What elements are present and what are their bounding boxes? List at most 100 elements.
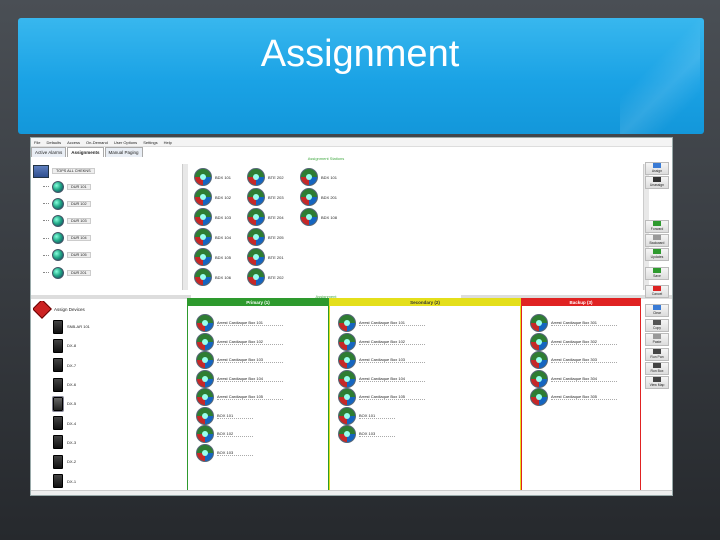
tree-item[interactable]: DUR 104 bbox=[33, 230, 181, 247]
entry-label: Arrest Cardiaque Box 105 bbox=[359, 394, 426, 400]
toolbar-backward-button[interactable]: Backward bbox=[645, 234, 669, 247]
toolbar-cancel-button[interactable]: Cancel bbox=[645, 285, 669, 298]
assignment-entry[interactable]: Arrest Cardiaque Box 303 bbox=[530, 351, 618, 369]
toolbar-button-label: Forward bbox=[650, 227, 664, 231]
tree-item[interactable]: DUR 201 bbox=[33, 264, 181, 281]
toolbar-assign-button[interactable]: Assign bbox=[645, 162, 669, 175]
unit-tile[interactable]: BTE 202 bbox=[247, 268, 284, 286]
menu-item[interactable]: On-Demand bbox=[86, 140, 108, 145]
assignment-entry[interactable]: Arrest Cardiaque Box 104 bbox=[196, 369, 284, 388]
assignment-entry[interactable]: Arrest Cardiaque Box 105 bbox=[338, 388, 426, 406]
device-label: DX-4 bbox=[67, 420, 77, 426]
tree-item[interactable]: DUR 101 bbox=[33, 178, 181, 195]
assignment-entry[interactable]: Arrest Cardiaque Box 103 bbox=[338, 351, 426, 369]
unit-tile[interactable]: BTE 205 bbox=[247, 228, 284, 246]
toolbar-copy-button[interactable]: Copy bbox=[645, 319, 669, 332]
assignment-entry[interactable]: Arrest Cardiaque Box 101 bbox=[196, 314, 284, 332]
menu-item[interactable]: Access bbox=[67, 140, 80, 145]
assignment-entry[interactable]: BOX 101 bbox=[196, 406, 254, 425]
assignment-entry[interactable]: BOX 101 bbox=[338, 406, 396, 425]
toolbar-button-label: View Map bbox=[649, 383, 665, 387]
unit-tile[interactable]: BDX 201 bbox=[300, 188, 337, 206]
unit-label: BDX 103 bbox=[215, 214, 232, 220]
toolbar-run-box-button[interactable]: Run Box bbox=[645, 362, 669, 375]
toolbar-button-label: Run Pan bbox=[650, 355, 664, 359]
assignment-entry[interactable]: Arrest Cardiaque Box 105 bbox=[196, 388, 284, 406]
device-row[interactable]: DX-3 bbox=[33, 433, 183, 452]
toolbar-button-label: Unassign bbox=[649, 183, 665, 187]
assignment-entry[interactable]: Arrest Cardiaque Box 102 bbox=[196, 332, 284, 351]
tree-scrollbar[interactable] bbox=[182, 164, 188, 290]
column-header[interactable]: Backup (3) bbox=[522, 299, 640, 306]
pager-icon bbox=[53, 474, 63, 489]
tree-root[interactable]: TOPS ALL CHEKNS bbox=[33, 164, 181, 178]
unit-status-icon bbox=[247, 208, 265, 226]
toolbar-run-pan-button[interactable]: Run Pan bbox=[645, 348, 669, 361]
unit-tile[interactable]: BDX 105 bbox=[194, 248, 231, 266]
tree-item-label: DUR 102 bbox=[67, 200, 91, 207]
copy-icon bbox=[653, 320, 661, 325]
unit-label: BDX 104 bbox=[215, 234, 232, 240]
unit-tile[interactable]: BDX 104 bbox=[194, 228, 231, 246]
menu-item[interactable]: User Options bbox=[114, 140, 137, 145]
assignment-entry[interactable]: BOX 102 bbox=[196, 425, 254, 443]
assignment-entry[interactable]: BOX 103 bbox=[338, 425, 396, 443]
device-row[interactable]: DX-2 bbox=[33, 452, 183, 471]
device-row[interactable]: DX-1 bbox=[33, 471, 183, 490]
menu-item[interactable]: Defaults bbox=[46, 140, 61, 145]
unit-tile[interactable]: BTE 203 bbox=[247, 188, 284, 206]
device-row[interactable]: DX-8 bbox=[33, 336, 183, 355]
tab-active-alarms[interactable]: Active Alarms bbox=[31, 147, 67, 157]
assignment-entry[interactable]: Arrest Cardiaque Box 304 bbox=[530, 369, 618, 388]
unit-status-icon bbox=[196, 406, 214, 425]
assignment-entry[interactable]: Arrest Cardiaque Box 103 bbox=[196, 351, 284, 369]
tree-item[interactable]: DUR 103 bbox=[33, 212, 181, 229]
menu-item[interactable]: File bbox=[34, 140, 40, 145]
device-row[interactable]: DX-7 bbox=[33, 356, 183, 375]
device-row[interactable]: DX-5 bbox=[33, 394, 183, 413]
device-row[interactable]: SNB-AR 101 bbox=[33, 317, 183, 336]
menu-item[interactable]: Help bbox=[164, 140, 172, 145]
assignment-entry[interactable]: Arrest Cardiaque Box 101 bbox=[338, 314, 426, 332]
toolbar-unassign-button[interactable]: Unassign bbox=[645, 176, 669, 189]
unit-status-icon bbox=[300, 168, 318, 186]
tree-item-label: DUR 201 bbox=[67, 269, 91, 276]
column-header[interactable]: Primary (1) bbox=[188, 299, 328, 306]
menu-item[interactable]: Settings bbox=[143, 140, 157, 145]
assignment-entry[interactable]: Arrest Cardiaque Box 102 bbox=[338, 332, 426, 351]
app-screenshot: File Defaults Access On-Demand User Options S… bbox=[30, 137, 673, 496]
unit-grid: BDX 101 BTE 202 BDX 101 BDX 102 BTE 203 BDX 2… bbox=[194, 168, 654, 286]
assignment-entry[interactable]: Arrest Cardiaque Box 305 bbox=[530, 388, 618, 406]
toolbar-forward-button[interactable]: Forward bbox=[645, 220, 669, 233]
assignment-entry[interactable]: BOX 103 bbox=[196, 443, 254, 462]
unit-tile[interactable]: BDX 106 bbox=[194, 268, 231, 286]
tree-item[interactable]: DUR 105 bbox=[33, 247, 181, 264]
toolbar-view-map-button[interactable]: View Map bbox=[645, 376, 669, 389]
tree-item[interactable]: DUR 102 bbox=[33, 195, 181, 212]
toolbar-updates-button[interactable]: Updates bbox=[645, 248, 669, 261]
unit-tile[interactable]: BTE 202 bbox=[247, 168, 284, 186]
toolbar-clear-button[interactable]: Clear bbox=[645, 304, 669, 317]
column-header[interactable]: Secondary (2) bbox=[330, 299, 520, 306]
tab-assignments[interactable]: Assignments bbox=[67, 147, 104, 157]
unit-tile[interactable]: BDX 103 bbox=[194, 208, 231, 226]
unit-tile[interactable]: BDX 102 bbox=[194, 188, 231, 206]
unit-tile[interactable]: BTE 201 bbox=[247, 248, 284, 266]
tab-manual-paging[interactable]: Manual Paging bbox=[104, 147, 143, 157]
unit-status-icon bbox=[300, 208, 318, 226]
unit-tile[interactable]: BDX 108 bbox=[300, 208, 337, 226]
assignment-entry[interactable]: Arrest Cardiaque Box 104 bbox=[338, 369, 426, 388]
device-row[interactable]: DX-4 bbox=[33, 413, 183, 432]
toolbar-save-button[interactable]: Save bbox=[645, 267, 669, 280]
toolbar-paste-button[interactable]: Paste bbox=[645, 333, 669, 346]
unit-tile[interactable]: BDX 101 bbox=[194, 168, 231, 186]
unit-status-icon bbox=[194, 188, 212, 206]
unassign-icon bbox=[653, 177, 661, 182]
assignment-entry[interactable]: Arrest Cardiaque Box 302 bbox=[530, 332, 618, 351]
assignment-entry[interactable]: Arrest Cardiaque Box 301 bbox=[530, 314, 618, 332]
device-row[interactable]: DX-6 bbox=[33, 375, 183, 394]
toolbar-button-label: Backward bbox=[649, 241, 665, 245]
unit-label: BTE 202 bbox=[268, 174, 284, 180]
unit-tile[interactable]: BTE 204 bbox=[247, 208, 284, 226]
unit-tile[interactable]: BDX 101 bbox=[300, 168, 337, 186]
